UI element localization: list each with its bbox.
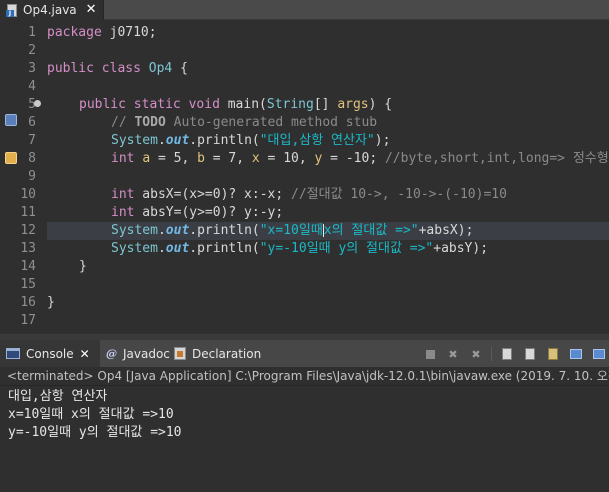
- code-line-13: System.out.println("y=-10일때 y의 절대값 =>"+a…: [111, 241, 489, 256]
- tab-javadoc[interactable]: @ Javadoc: [100, 340, 176, 367]
- line-number: 4: [28, 79, 36, 94]
- annotation-ruler: [0, 21, 20, 334]
- line-number: 15: [20, 277, 36, 292]
- code-line-12: System.out.println("x=10일때x의 절대값 =>"+abs…: [111, 223, 474, 238]
- code-line-8: int a = 5, b = 7, x = 10, y = -10; //byt…: [111, 151, 609, 166]
- pin-console-icon[interactable]: [545, 346, 561, 362]
- display-selected-console-icon[interactable]: [568, 346, 584, 362]
- line-number: 1: [28, 25, 36, 40]
- line-number: 13: [20, 241, 36, 256]
- tab-javadoc-label: Javadoc: [123, 346, 170, 361]
- close-icon[interactable]: ✕: [80, 347, 90, 361]
- line-number: 9: [28, 169, 36, 184]
- line-number: 14: [20, 259, 36, 274]
- console-output-line: 대입,삼항 연산자: [8, 389, 108, 404]
- javadoc-icon: @: [106, 347, 117, 360]
- line-number: 8: [28, 151, 36, 166]
- line-number: 10: [20, 187, 36, 202]
- code-line-5: public static void main(String[] args) {: [79, 97, 393, 112]
- console-toolbar: ✖ ✖: [422, 345, 609, 363]
- tab-console[interactable]: Console ✕: [0, 340, 100, 367]
- remove-launch-icon[interactable]: ✖: [445, 346, 461, 362]
- close-icon[interactable]: ✕: [86, 3, 97, 16]
- terminate-icon[interactable]: [422, 346, 438, 362]
- remove-all-terminated-icon[interactable]: ✖: [468, 346, 484, 362]
- word-wrap-icon[interactable]: [522, 346, 538, 362]
- code-line-16: }: [47, 295, 55, 310]
- fold-toggle-icon[interactable]: [34, 100, 41, 107]
- line-number: 12: [20, 223, 36, 238]
- code-line-10: int absX=(x>=0)? x:-x; //절대값 10->, -10->…: [111, 187, 507, 202]
- code-line-6: // TODO Auto-generated method stub: [111, 115, 378, 130]
- line-number-gutter: 1 2 3 4 5 6 7 8 9 10 11 12 13 14 15 16 1…: [20, 21, 42, 334]
- console-output-line: y=-10일때 y의 절대값 =>10: [8, 425, 182, 440]
- line-number: 16: [20, 295, 36, 310]
- tab-console-label: Console: [26, 346, 74, 361]
- toolbar-separator: [491, 347, 492, 361]
- code-area[interactable]: package j0710; public class Op4 { public…: [47, 21, 609, 334]
- line-number: 2: [28, 43, 36, 58]
- editor-tab-op4-java[interactable]: J Op4.java ✕: [0, 0, 104, 20]
- code-line-3: public class Op4 {: [47, 61, 188, 76]
- console-output-line: x=10일때 x의 절대값 =>10: [8, 407, 174, 422]
- console-icon: [6, 348, 20, 359]
- java-file-icon: J: [6, 3, 18, 17]
- tab-declaration[interactable]: Declaration: [168, 340, 267, 367]
- code-line-11: int absY=(y>=0)? y:-y;: [111, 205, 284, 220]
- declaration-icon: [174, 347, 186, 360]
- open-console-icon[interactable]: [591, 346, 607, 362]
- line-number: 7: [28, 133, 36, 148]
- code-line-1: package j0710;: [47, 25, 157, 40]
- scroll-lock-icon[interactable]: [499, 346, 515, 362]
- task-marker-icon[interactable]: [5, 152, 17, 164]
- console-launch-status: <terminated> Op4 [Java Application] C:\P…: [0, 367, 609, 385]
- console-output[interactable]: 대입,삼항 연산자 x=10일때 x의 절대값 =>10 y=-10일때 y의 …: [0, 385, 609, 492]
- editor-tab-strip: J Op4.java ✕: [0, 0, 609, 20]
- code-editor[interactable]: 1 2 3 4 5 6 7 8 9 10 11 12 13 14 15 16 1…: [0, 21, 609, 334]
- line-number: 17: [20, 313, 36, 328]
- code-line-7: System.out.println("대입,삼항 연산자");: [111, 133, 391, 148]
- editor-tab-label: Op4.java: [23, 3, 77, 17]
- code-line-14: }: [79, 259, 87, 274]
- line-number: 11: [20, 205, 36, 220]
- tab-declaration-label: Declaration: [192, 346, 262, 361]
- line-number: 3: [28, 61, 36, 76]
- override-marker-icon[interactable]: [5, 114, 17, 126]
- line-number: 6: [28, 115, 36, 130]
